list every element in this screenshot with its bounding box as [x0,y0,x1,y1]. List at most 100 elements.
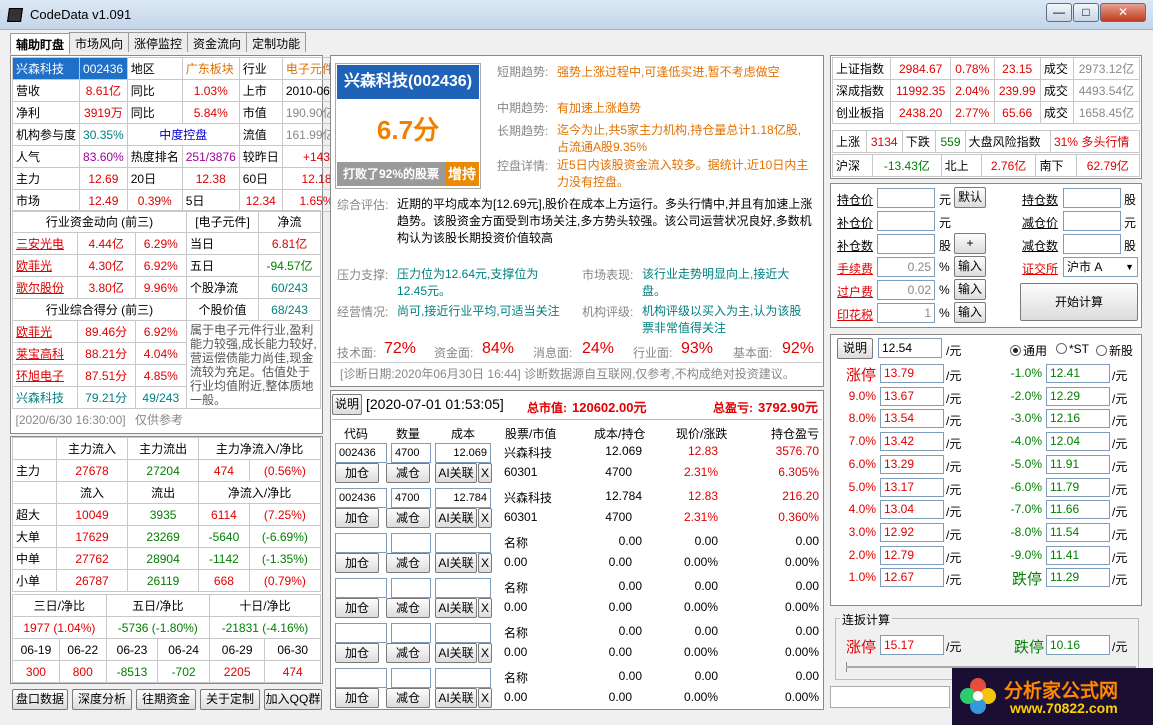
add-position-button[interactable]: 加仓 [335,688,379,708]
cost-input[interactable]: 12.069 [435,443,491,463]
cost-input[interactable]: 12.784 [435,488,491,508]
tab-about-custom[interactable]: 关于定制 [200,689,260,710]
tab-assist[interactable]: 辅助盯盘 [10,33,71,54]
cost-input[interactable] [435,578,491,598]
delete-row-button[interactable]: X [478,553,492,573]
fund-top-link[interactable]: 歌尔股份 [12,276,78,299]
transfer-fee-label[interactable]: 过户费 [837,283,873,300]
score-top-link[interactable]: 欧菲光 [12,320,78,343]
qty-input[interactable]: 4700 [391,488,431,508]
ai-link-button[interactable]: AI关联 [435,463,477,483]
code-input[interactable] [335,668,387,688]
up-price[interactable]: 13.42 [880,432,944,451]
ai-link-button[interactable]: AI关联 [435,643,477,663]
qty-input[interactable] [391,668,431,688]
close-button[interactable]: ✕ [1100,3,1146,22]
fee-input-button[interactable]: 输入 [954,256,986,277]
up-price[interactable]: 12.79 [880,546,944,565]
hold-qty-input[interactable] [1063,188,1121,208]
minimize-button[interactable]: — [1046,3,1072,22]
tab-custom[interactable]: 定制功能 [246,32,307,52]
tab-history-fund[interactable]: 往期资金 [136,689,196,710]
up-price[interactable]: 13.67 [880,387,944,406]
exchange-label[interactable]: 证交所 [1022,260,1058,277]
stamp-input-button[interactable]: 输入 [954,302,986,323]
delete-row-button[interactable]: X [478,688,492,708]
delete-row-button[interactable]: X [478,463,492,483]
start-calc-button[interactable]: 开始计算 [1020,283,1138,321]
down-price[interactable]: 11.41 [1046,546,1110,565]
down-price[interactable]: 11.79 [1046,478,1110,497]
cont-down-value[interactable]: 10.16 [1046,635,1110,655]
ai-link-button[interactable]: AI关联 [435,688,477,708]
cost-input[interactable] [435,668,491,688]
add-position-button[interactable]: 加仓 [335,598,379,618]
plus-button[interactable]: + [954,233,986,254]
reduce-position-button[interactable]: 减仓 [386,643,430,663]
delete-row-button[interactable]: X [478,643,492,663]
down-price[interactable]: 11.54 [1046,523,1110,542]
qty-input[interactable]: 4700 [391,443,431,463]
delete-row-button[interactable]: X [478,598,492,618]
ai-link-button[interactable]: AI关联 [435,508,477,528]
exchange-select[interactable]: 沪市 A ▼ [1063,257,1138,277]
stamp-tax-label[interactable]: 印花税 [837,306,873,323]
cost-input[interactable] [435,533,491,553]
transfer-fee-input[interactable]: 0.02 [877,280,935,300]
base-price-input[interactable]: 12.54 [878,338,942,358]
down-price[interactable]: 12.29 [1046,387,1110,406]
down-price[interactable]: 12.41 [1046,364,1110,383]
ai-link-button[interactable]: AI关联 [435,598,477,618]
code-input[interactable]: 002436 [335,488,387,508]
position-explain-button[interactable]: 说明 [332,394,362,415]
down-price[interactable]: 12.04 [1046,432,1110,451]
cost-input[interactable] [435,623,491,643]
maximize-button[interactable]: □ [1073,3,1099,22]
type-radio-st[interactable]: *ST [1056,342,1089,356]
add-price-input[interactable] [877,211,935,231]
type-radio-general[interactable]: 通用 [1010,342,1047,359]
stock-name[interactable]: 兴森科技 [11,57,81,80]
fee-input[interactable]: 0.25 [877,257,935,277]
ai-link-button[interactable]: AI关联 [435,553,477,573]
up-price[interactable]: 13.29 [880,455,944,474]
reduce-position-button[interactable]: 减仓 [386,598,430,618]
qty-input[interactable] [391,533,431,553]
qty-input[interactable] [391,623,431,643]
down-price[interactable]: 11.91 [1046,455,1110,474]
cont-up-value[interactable]: 15.17 [880,635,944,655]
up-price[interactable]: 13.54 [880,409,944,428]
limit-explain-button[interactable]: 说明 [837,338,873,359]
score-top-link[interactable]: 莱宝高科 [12,342,78,365]
stamp-tax-input[interactable]: 1 [877,303,935,323]
type-radio-new[interactable]: 新股 [1096,342,1133,359]
add-qty-input[interactable] [877,234,935,254]
down-price[interactable]: 11.29 [1046,568,1110,587]
index-name[interactable]: 创业板指 [831,101,892,124]
tab-limit[interactable]: 涨停监控 [128,32,189,52]
add-position-button[interactable]: 加仓 [335,463,379,483]
code-input[interactable] [335,623,387,643]
up-price[interactable]: 13.04 [880,500,944,519]
delete-row-button[interactable]: X [478,508,492,528]
add-position-button[interactable]: 加仓 [335,508,379,528]
code-input[interactable] [335,533,387,553]
tab-depth-data[interactable]: 盘口数据 [12,689,68,710]
up-price[interactable]: 12.92 [880,523,944,542]
up-price[interactable]: 12.67 [880,568,944,587]
fund-top-link[interactable]: 欧菲光 [12,254,78,277]
code-input[interactable]: 002436 [335,443,387,463]
qty-input[interactable] [391,578,431,598]
down-price[interactable]: 11.66 [1046,500,1110,519]
tab-deep-analysis[interactable]: 深度分析 [72,689,132,710]
tab-fund[interactable]: 资金流向 [187,32,248,52]
score-top-link[interactable]: 环旭电子 [12,364,78,387]
transfer-input-button[interactable]: 输入 [954,279,986,300]
up-price[interactable]: 13.79 [880,364,944,383]
fee-label[interactable]: 手续费 [837,260,873,277]
reduce-qty-input[interactable] [1063,234,1121,254]
down-price[interactable]: 12.16 [1046,409,1110,428]
reduce-position-button[interactable]: 减仓 [386,463,430,483]
code-input[interactable] [335,578,387,598]
index-name[interactable]: 深成指数 [831,79,892,102]
